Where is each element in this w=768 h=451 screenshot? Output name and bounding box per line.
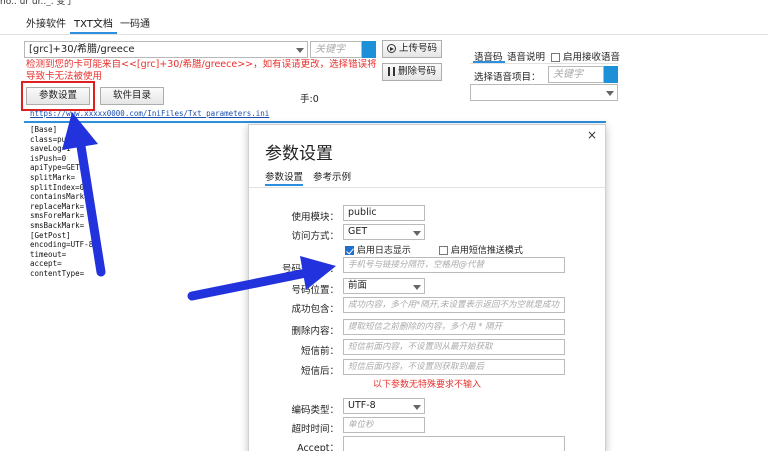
chevron-down-icon (606, 91, 614, 96)
success-contains-input[interactable]: 成功内容，多个用*隔开,未设置表示返回不为空就是成功 (343, 297, 565, 313)
chevron-down-icon (296, 48, 304, 53)
module-input[interactable]: public (343, 205, 425, 221)
delete-content-label: 删除内容： (291, 326, 339, 337)
highlight-box (21, 81, 95, 111)
param-settings-dialog: 参数设置 × 参数设置 参考示例 使用模块： public 访问方式： GET … (248, 124, 606, 451)
software-dir-button[interactable]: 软件目录 (100, 87, 164, 105)
warning-text: 检测到您的卡可能来自<<[grc]+30/希腊/greece>>，如有误请更改，… (26, 59, 377, 81)
enable-sms-push-checkbox[interactable] (439, 246, 448, 255)
number-split-input[interactable]: 手机号与链接分隔符，空格用@代替 (343, 257, 565, 273)
keyword-search-button[interactable] (362, 41, 376, 58)
delete-button[interactable]: 删除号码 (382, 63, 442, 81)
ini-line: contentType= (30, 268, 85, 278)
ini-line: splitMark= (30, 172, 76, 182)
dialog-tab-divider (249, 187, 605, 188)
play-icon (386, 44, 396, 53)
upload-button[interactable]: 上传号码 (382, 40, 442, 58)
select-voice-item-label: 选择语音项目： (474, 72, 541, 83)
enable-receive-voice[interactable]: 启用接收语音 (551, 49, 620, 63)
enable-sms-push[interactable]: 启用短信推送模式 (439, 243, 523, 256)
number-position-value: 前面 (348, 280, 368, 291)
enable-log-label: 启用日志显示 (356, 246, 411, 256)
ini-content: [Base] class=public saveLog=1 isPush=0 a… (30, 125, 93, 279)
timeout-placeholder: 单位秒 (348, 420, 374, 430)
timeout-input[interactable]: 单位秒 (343, 417, 425, 433)
enable-receive-voice-label: 启用接收语音 (563, 52, 621, 63)
ini-line: [Base] (30, 125, 58, 134)
method-label: 访问方式： (291, 231, 339, 242)
chevron-down-icon (413, 405, 421, 410)
dialog-tab-param-settings[interactable]: 参数设置 (265, 169, 304, 186)
sms-before-input[interactable]: 短信前面内容，不设置则从最开始获取 (343, 339, 565, 355)
number-split-label: 号码分隔符： (281, 264, 339, 275)
encoding-select[interactable]: UTF-8 (343, 398, 425, 414)
accept-input[interactable] (343, 436, 565, 451)
keyword-input-placeholder: 关键字 (315, 44, 345, 55)
enable-log-checkbox[interactable] (345, 246, 354, 255)
ini-line: encoding=UTF-8 (30, 240, 94, 250)
encoding-select-value: UTF-8 (348, 400, 376, 411)
ini-line: timeout= (30, 249, 67, 259)
sms-after-input[interactable]: 短信后面内容，不设置则获取到最后 (343, 359, 565, 375)
sms-after-label: 短信后： (300, 366, 339, 377)
delete-button-label: 删除号码 (398, 66, 437, 77)
enable-receive-voice-checkbox[interactable] (551, 53, 560, 62)
voice-keyword-input[interactable]: 关键字 (548, 66, 604, 83)
enable-log[interactable]: 启用日志显示 (345, 243, 411, 256)
dialog-tab-reference-example[interactable]: 参考示例 (313, 169, 351, 186)
success-contains-placeholder: 成功内容，多个用*隔开,未设置表示返回不为空就是成功 (348, 300, 559, 310)
voice-item-select[interactable] (470, 84, 618, 101)
ini-line: smsBackMark= (30, 220, 85, 230)
sms-before-placeholder: 短信前面内容，不设置则从最开始获取 (348, 342, 493, 352)
ini-line: splitIndex=0 (30, 182, 85, 192)
delete-content-placeholder: 提取短信之前删除的内容，多个用 * 隔开 (348, 322, 503, 332)
phone-count: 手:0 (300, 94, 319, 105)
content-top-border (24, 121, 606, 123)
module-label: 使用模块： (291, 212, 339, 223)
tab-voice-desc[interactable]: 语音说明 (507, 49, 545, 63)
method-select-value: GET (348, 226, 368, 237)
tab-txt-document[interactable]: TXT文档 (70, 16, 117, 34)
success-contains-label: 成功包含： (291, 304, 339, 315)
ini-line: apiType=GET (30, 163, 80, 173)
params-link[interactable]: https://www.xxxxx0000.com/IniFiles/Txt_p… (30, 109, 269, 118)
number-position-select[interactable]: 前面 (343, 278, 425, 294)
number-split-placeholder: 手机号与链接分隔符，空格用@代替 (348, 260, 485, 270)
ini-line: saveLog=1 (30, 144, 71, 154)
delete-content-input[interactable]: 提取短信之前删除的内容，多个用 * 隔开 (343, 319, 565, 335)
chevron-down-icon (413, 285, 421, 290)
tab-one-code[interactable]: 一码通 (116, 16, 154, 34)
tab-external-software[interactable]: 外接软件 (22, 16, 70, 34)
close-icon[interactable]: × (587, 128, 597, 142)
number-position-label: 号码位置： (291, 285, 339, 296)
voice-keyword-placeholder: 关键字 (553, 69, 583, 80)
ini-line: isPush=0 (30, 153, 67, 163)
ini-line: replaceMark= (30, 201, 85, 211)
dialog-title: 参数设置 (265, 144, 333, 164)
timeout-label: 超时时间： (291, 424, 339, 435)
source-combo-value: [grc]+30/希腊/greece (29, 44, 135, 55)
ini-line: [GetPost] (30, 230, 71, 240)
chevron-down-icon (413, 231, 421, 236)
ini-line: class=public (30, 134, 85, 144)
upload-button-label: 上传号码 (399, 43, 438, 54)
source-combo[interactable]: [grc]+30/希腊/greece (24, 41, 308, 58)
accept-label: Accept： (297, 443, 339, 451)
ini-line: containsMark= (30, 192, 89, 202)
ini-line: smsForeMark= (30, 211, 85, 221)
ini-line: accept= (30, 259, 62, 269)
voice-search-button[interactable] (604, 66, 618, 83)
sms-before-label: 短信前： (300, 346, 339, 357)
optional-params-note: 以下参数无特殊要求不输入 (373, 380, 482, 390)
pause-icon (387, 67, 395, 76)
keyword-input[interactable]: 关键字 (310, 41, 362, 58)
encoding-label: 编码类型： (291, 405, 339, 416)
tab-divider (0, 34, 768, 35)
clipped-top-text: ho.. ur ur.._. 变了 (0, 0, 75, 6)
method-select[interactable]: GET (343, 224, 425, 240)
sms-after-placeholder: 短信后面内容，不设置则获取到最后 (348, 362, 485, 372)
enable-sms-push-label: 启用短信推送模式 (450, 246, 523, 256)
voice-tab-divider (470, 63, 618, 64)
